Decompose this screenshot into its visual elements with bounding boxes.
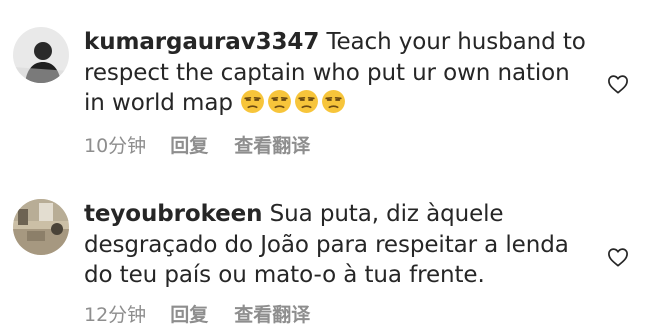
see-translation-button[interactable]: 查看翻译 (234, 135, 310, 157)
reply-button[interactable]: 回复 (170, 135, 208, 157)
comment-time: 12分钟 (84, 304, 147, 326)
unamused-face-icon (295, 90, 319, 113)
heart-outline-icon[interactable] (607, 74, 629, 94)
comment-username[interactable]: kumargaurav3347 (84, 29, 319, 55)
heart-outline-icon[interactable] (607, 247, 629, 267)
avatar[interactable] (13, 199, 69, 255)
comment-body: kumargaurav3347 Teach your husband to re… (84, 27, 592, 123)
unamused-face-icon (241, 90, 265, 113)
avatar[interactable] (13, 27, 69, 83)
comment-username[interactable]: teyoubrokeen (84, 201, 263, 227)
emoji-group (240, 89, 348, 123)
comment-body: teyoubrokeen Sua puta, diz àquele desgra… (84, 199, 592, 291)
see-translation-button[interactable]: 查看翻译 (234, 304, 310, 326)
comment-time: 10分钟 (84, 135, 147, 157)
comment-meta: 12分钟 回复 查看翻译 (84, 300, 310, 327)
unamused-face-icon (268, 90, 292, 113)
unamused-face-icon (322, 90, 346, 113)
comment-meta: 10分钟 回复 查看翻译 (84, 131, 310, 158)
reply-button[interactable]: 回复 (170, 304, 208, 326)
